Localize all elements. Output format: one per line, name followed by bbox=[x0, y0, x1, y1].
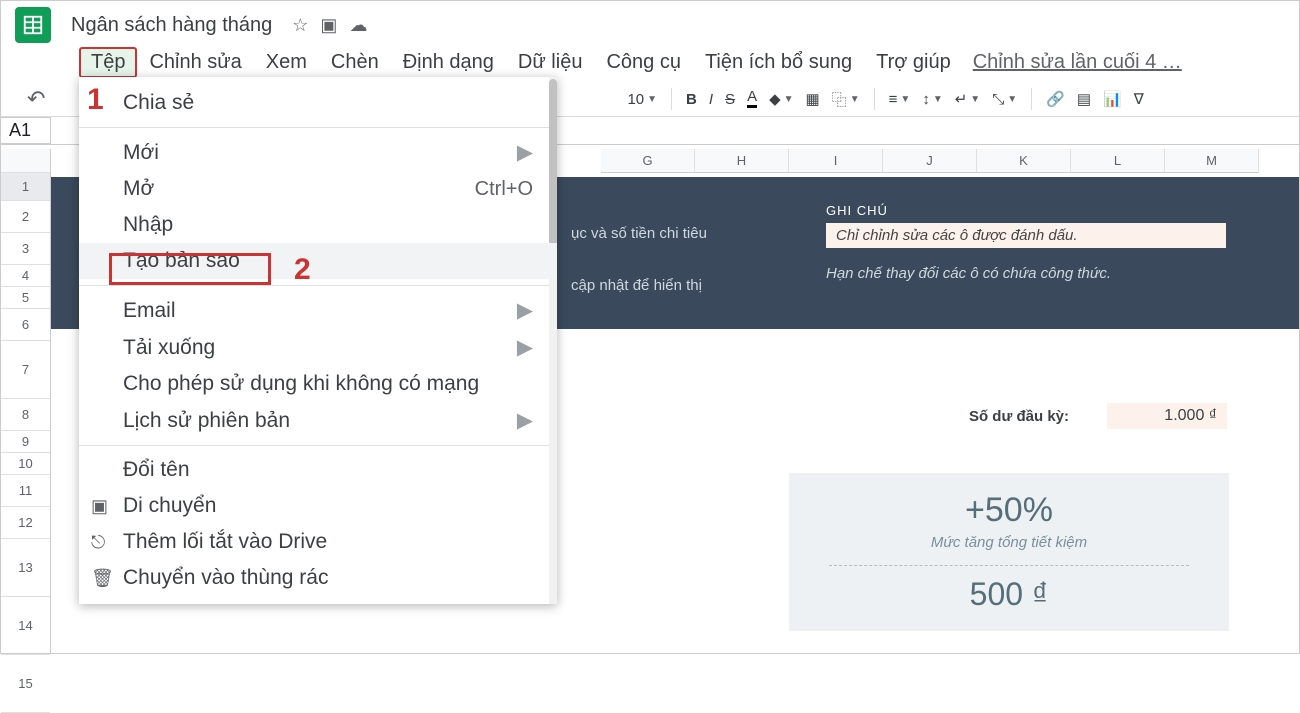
move-folder-icon[interactable]: ▣ bbox=[320, 15, 337, 36]
borders-button[interactable]: ▦ bbox=[802, 88, 824, 110]
menu-edit[interactable]: Chỉnh sửa bbox=[137, 47, 253, 78]
filter-icon[interactable]: ∇ bbox=[1130, 88, 1148, 110]
row-header[interactable]: 5 bbox=[1, 287, 50, 309]
last-edit-link[interactable]: Chỉnh sửa lần cuối 4 … bbox=[973, 51, 1182, 74]
row-headers: 1 2 3 4 5 6 7 8 9 10 11 12 13 14 15 bbox=[1, 149, 51, 653]
menu-format[interactable]: Định dạng bbox=[391, 47, 506, 78]
submenu-arrow-icon: ▶ bbox=[517, 335, 533, 360]
instruction-text-2: cập nhật để hiển thị bbox=[571, 277, 702, 294]
submenu-arrow-icon: ▶ bbox=[517, 408, 533, 433]
row-header[interactable]: 6 bbox=[1, 309, 50, 341]
italic-button[interactable]: I bbox=[705, 89, 717, 110]
menu-item-import[interactable]: Nhập bbox=[79, 207, 557, 243]
menu-item-trash[interactable]: 🗑Chuyển vào thùng rác bbox=[79, 560, 557, 596]
bold-button[interactable]: B bbox=[682, 89, 701, 110]
menu-item-move[interactable]: ▣Di chuyển bbox=[79, 488, 557, 524]
balance-label: Số dư đầu kỳ: bbox=[969, 408, 1069, 425]
menu-data[interactable]: Dữ liệu bbox=[506, 47, 595, 78]
col-header[interactable]: L bbox=[1071, 149, 1165, 173]
row-header[interactable]: 15 bbox=[1, 655, 50, 713]
menu-tools[interactable]: Công cụ bbox=[594, 47, 693, 78]
rotate-button[interactable]: ⤡▼ bbox=[988, 89, 1021, 110]
editable-note-cell[interactable]: Chỉ chỉnh sửa các ô được đánh dấu. bbox=[826, 223, 1226, 248]
row-header[interactable]: 3 bbox=[1, 233, 50, 265]
annotation-2: 2 bbox=[294, 253, 311, 287]
undo-icon[interactable]: ↶ bbox=[27, 86, 45, 112]
row-header[interactable]: 8 bbox=[1, 399, 50, 431]
submenu-arrow-icon: ▶ bbox=[517, 140, 533, 165]
trash-icon: 🗑 bbox=[91, 568, 114, 589]
menu-file[interactable]: Tệp bbox=[79, 47, 137, 78]
balance-value-cell[interactable]: 1.000 ₫ bbox=[1107, 403, 1227, 429]
instruction-text-1: ục và số tiền chi tiêu bbox=[571, 225, 707, 242]
drive-shortcut-icon: ⎋ bbox=[91, 532, 105, 553]
row-header[interactable]: 13 bbox=[1, 539, 50, 597]
menu-item-open[interactable]: MởCtrl+O bbox=[79, 171, 557, 207]
fill-color-button[interactable]: ◆▼ bbox=[765, 88, 797, 110]
title-bar: Ngân sách hàng tháng ☆ ▣ ☁ bbox=[1, 1, 1299, 45]
percent-change: +50% bbox=[799, 491, 1219, 530]
row-header[interactable]: 9 bbox=[1, 431, 50, 453]
merge-button[interactable]: ⿻▼ bbox=[828, 87, 864, 112]
text-color-button[interactable]: A bbox=[743, 89, 761, 110]
col-header[interactable]: K bbox=[977, 149, 1071, 173]
cloud-status-icon[interactable]: ☁ bbox=[349, 15, 367, 36]
menu-item-email[interactable]: Email▶ bbox=[79, 292, 557, 329]
doc-title[interactable]: Ngân sách hàng tháng bbox=[71, 14, 272, 37]
menu-item-new[interactable]: Mới▶ bbox=[79, 134, 557, 171]
formula-note: Hạn chế thay đổi các ô có chứa công thức… bbox=[826, 265, 1111, 282]
menu-item-rename[interactable]: Đổi tên bbox=[79, 452, 557, 488]
column-headers: G H I J K L M bbox=[601, 149, 1299, 173]
wrap-button[interactable]: ↵▼ bbox=[951, 88, 984, 110]
row-header[interactable]: 11 bbox=[1, 475, 50, 507]
row-header[interactable]: 7 bbox=[1, 341, 50, 399]
menu-item-offline[interactable]: Cho phép sử dụng khi không có mạng bbox=[79, 366, 557, 402]
font-size-selector[interactable]: 10▼ bbox=[623, 89, 661, 110]
valign-button[interactable]: ↕▼ bbox=[918, 89, 946, 110]
menu-view[interactable]: Xem bbox=[254, 47, 319, 78]
row-header[interactable]: 10 bbox=[1, 453, 50, 475]
shortcut-label: Ctrl+O bbox=[475, 178, 533, 201]
amount-value: 500 ₫ bbox=[799, 576, 1219, 613]
row-header[interactable]: 12 bbox=[1, 507, 50, 539]
menu-item-make-copy[interactable]: Tạo bản sao bbox=[79, 243, 557, 279]
annotation-1: 1 bbox=[87, 83, 104, 117]
percent-sub: Mức tăng tổng tiết kiệm bbox=[799, 530, 1219, 561]
menu-item-share[interactable]: Chia sẻ bbox=[79, 85, 557, 121]
menu-item-history[interactable]: Lịch sử phiên bản▶ bbox=[79, 402, 557, 439]
col-header[interactable]: J bbox=[883, 149, 977, 173]
row-header[interactable]: 14 bbox=[1, 597, 50, 655]
menu-help[interactable]: Trợ giúp bbox=[864, 47, 963, 78]
menu-item-download[interactable]: Tải xuống▶ bbox=[79, 329, 557, 366]
sheets-logo bbox=[15, 7, 51, 43]
halign-button[interactable]: ≡▼ bbox=[885, 89, 915, 110]
font-size-value: 10 bbox=[627, 91, 644, 108]
chart-icon[interactable]: 📊 bbox=[1099, 88, 1126, 110]
row-header[interactable]: 2 bbox=[1, 201, 50, 233]
row-header[interactable]: 4 bbox=[1, 265, 50, 287]
name-box[interactable]: A1 bbox=[1, 117, 51, 144]
col-header[interactable]: I bbox=[789, 149, 883, 173]
menu-insert[interactable]: Chèn bbox=[319, 47, 391, 78]
link-icon[interactable]: 🔗 bbox=[1042, 88, 1069, 110]
move-icon: ▣ bbox=[91, 496, 108, 517]
menu-addons[interactable]: Tiện ích bổ sung bbox=[693, 47, 864, 78]
summary-card: +50% Mức tăng tổng tiết kiệm 500 ₫ bbox=[789, 473, 1229, 631]
star-icon[interactable]: ☆ bbox=[292, 15, 308, 36]
row-header[interactable]: 1 bbox=[1, 173, 50, 201]
col-header[interactable]: M bbox=[1165, 149, 1259, 173]
strike-button[interactable]: S bbox=[721, 89, 739, 110]
col-header[interactable]: G bbox=[601, 149, 695, 173]
menu-item-shortcut[interactable]: ⎋Thêm lối tắt vào Drive bbox=[79, 524, 557, 560]
col-header[interactable]: H bbox=[695, 149, 789, 173]
comment-icon[interactable]: ▤ bbox=[1073, 88, 1095, 110]
submenu-arrow-icon: ▶ bbox=[517, 298, 533, 323]
file-menu-dropdown: Chia sẻ Mới▶ MởCtrl+O Nhập Tạo bản sao E… bbox=[79, 77, 557, 604]
notes-header: GHI CHÚ bbox=[826, 203, 888, 218]
